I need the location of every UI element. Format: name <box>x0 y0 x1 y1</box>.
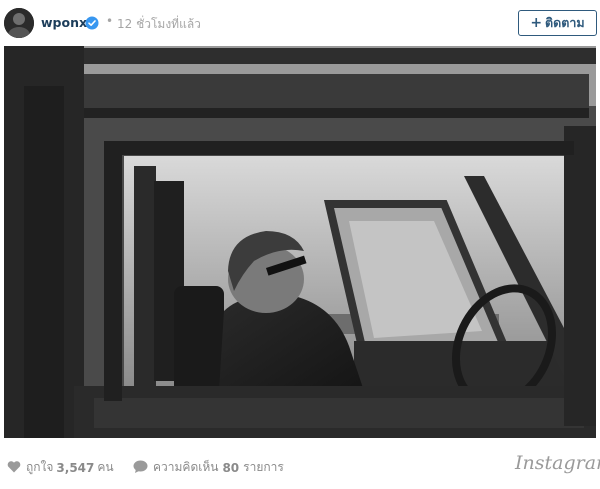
follow-label: ติดตาม <box>545 15 585 30</box>
post-photo[interactable] <box>4 46 596 438</box>
username-link[interactable]: wponx <box>41 15 87 30</box>
comments-suffix: รายการ <box>243 460 284 474</box>
post-timestamp[interactable]: 12 ชั่วโมงที่แล้ว <box>117 15 201 34</box>
post-header: wponx • 12 ชั่วโมงที่แล้ว + ติดตาม <box>0 0 600 46</box>
comments-prefix: ความคิดเห็น <box>153 460 219 474</box>
comments-summary[interactable]: ความคิดเห็น 80 รายการ <box>133 458 284 477</box>
likes-suffix: คน <box>97 460 114 474</box>
follow-button[interactable]: + ติดตาม <box>518 10 597 36</box>
plus-icon: + <box>530 15 543 31</box>
likes-summary[interactable]: ถูกใจ 3,547 คน <box>7 458 114 477</box>
instagram-logo[interactable]: Instagram <box>515 452 600 474</box>
comments-count: 80 <box>222 460 240 475</box>
verified-badge-icon <box>85 15 99 30</box>
likes-count: 3,547 <box>56 460 95 475</box>
heart-icon[interactable] <box>7 460 21 476</box>
post-footer: ถูกใจ 3,547 คน ความคิดเห็น 80 รายการ Ins… <box>0 446 600 489</box>
comment-bubble-icon[interactable] <box>133 460 148 476</box>
likes-prefix: ถูกใจ <box>26 460 54 474</box>
avatar[interactable] <box>4 8 34 38</box>
separator-dot: • <box>106 14 114 28</box>
